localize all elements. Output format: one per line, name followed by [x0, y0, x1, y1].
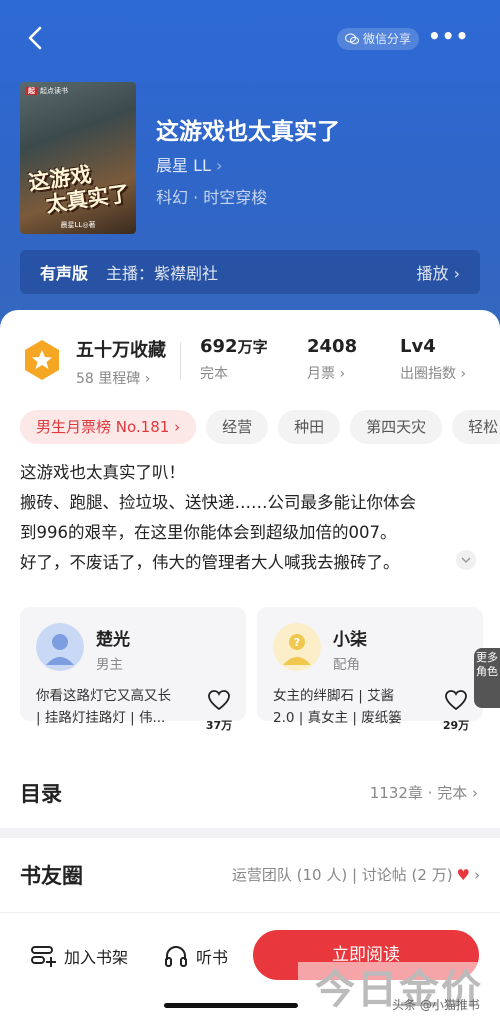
avatar: ? — [273, 623, 321, 671]
more-roles-button[interactable]: 更多角色 — [474, 648, 500, 708]
synopsis-line: 这游戏也太真实了叭！ — [20, 463, 185, 482]
add-to-shelf-label: 加入书架 — [64, 948, 129, 967]
audio-version-bar[interactable]: 有声版 主播：紫襟剧社 播放 › — [20, 250, 480, 294]
watermark-caption: 头条 @小猫推书 — [392, 998, 480, 1012]
add-to-shelf-button[interactable]: 加入书架 — [30, 944, 128, 968]
avatar — [36, 623, 84, 671]
add-shelf-icon — [31, 946, 56, 967]
book-circle-title: 书友圈 — [20, 864, 83, 888]
divider — [180, 342, 181, 380]
chevron-right-icon: › — [216, 156, 223, 175]
share-label: 微信分享 — [363, 32, 412, 46]
cover-brand: 起起点读书 — [26, 87, 68, 95]
character-role: 配角 — [333, 657, 360, 673]
favorites-value: 五十万收藏 — [76, 340, 166, 361]
rank-tag[interactable]: 男生月票榜 No.181 › — [20, 410, 197, 444]
audio-host: 主播：紫襟剧社 — [106, 264, 219, 283]
cover-title: 这游戏 太真实了 — [27, 162, 131, 217]
like-count: 37万 — [205, 719, 233, 732]
tag-chip[interactable]: 种田 — [278, 410, 341, 444]
back-icon — [28, 26, 42, 50]
chevron-right-icon: › — [144, 371, 151, 387]
status-label: 完本 — [200, 366, 228, 382]
synopsis[interactable]: 这游戏也太真实了叭！ 搬砖、跑腿、捡垃圾、送快递……公司最多能让你体会 到996… — [20, 458, 482, 578]
character-name: 小柒 — [333, 630, 367, 650]
like-count: 29万 — [442, 719, 470, 732]
chevron-right-icon: › — [472, 784, 478, 802]
level-value: Lv4 — [400, 336, 436, 357]
tag-row: 男生月票榜 No.181 › 经营 种田 第四天灾 轻松 — [20, 410, 500, 444]
synopsis-line: 搬砖、跑腿、捡垃圾、送快递……公司最多能让你体会 — [20, 493, 416, 512]
back-button[interactable] — [22, 24, 50, 52]
monthly-tickets-stat[interactable]: 2408 月票 › — [307, 336, 357, 383]
milestone-label: 58 里程碑 — [76, 371, 141, 387]
heart-icon — [208, 690, 230, 711]
tag-chip[interactable]: 经营 — [206, 410, 269, 444]
chevron-right-icon: › — [339, 366, 346, 382]
book-cover[interactable]: 起起点读书 这游戏 太真实了 晨星LL◎著 — [20, 82, 136, 234]
chevron-right-icon: › — [474, 865, 480, 884]
toc-title: 目录 — [20, 782, 62, 806]
character-name: 楚光 — [96, 630, 130, 650]
character-card[interactable]: 楚光 男主 你看这路灯它又高又长 | 挂路灯挂路灯 | 伟... 37万 — [20, 607, 246, 732]
genre-label: 科幻 · 时空穿梭 — [156, 188, 268, 207]
toc-link[interactable]: 1132章 · 完本 › — [370, 782, 478, 803]
character-description: 女主的绊脚石 | 艾酱 2.0 | 真女主 | 废纸篓 — [273, 688, 402, 726]
audio-label: 有声版 — [40, 264, 89, 283]
character-card[interactable]: ? 小柒 配角 女主的绊脚石 | 艾酱 2.0 | 真女主 | 废纸篓 29万 — [257, 607, 483, 732]
tickets-value: 2408 — [307, 336, 358, 357]
expand-chevron-icon[interactable] — [456, 550, 476, 570]
influence-stat[interactable]: Lv4 出圈指数 › — [400, 336, 466, 383]
chevron-right-icon: › — [460, 366, 467, 382]
author-link[interactable]: 晨星 LL › — [156, 152, 222, 176]
synopsis-line: 到996的艰辛，在这里你能体会到超级加倍的007。 — [20, 523, 397, 542]
favorites-stat[interactable]: 五十万收藏 58 里程碑 › — [76, 336, 166, 388]
more-icon: ••• — [428, 24, 470, 48]
like-button[interactable]: 37万 — [204, 689, 234, 733]
section-divider — [0, 828, 500, 838]
cover-author: 晨星LL◎著 — [60, 221, 96, 229]
wechat-icon — [345, 33, 359, 45]
headphones-icon — [165, 946, 187, 967]
play-button[interactable]: 播放 › — [416, 260, 460, 284]
tickets-label: 月票 — [307, 366, 335, 382]
wechat-share-button[interactable]: 微信分享 — [337, 28, 420, 50]
heart-icon — [445, 690, 467, 711]
word-count-unit: 万字 — [237, 338, 268, 356]
word-count-value: 692 — [200, 336, 238, 357]
tag-chip[interactable]: 第四天灾 — [350, 410, 443, 444]
chevron-right-icon: › — [453, 264, 460, 283]
book-title: 这游戏也太真实了 — [156, 119, 340, 145]
home-indicator — [164, 1003, 298, 1008]
synopsis-line: 好了，不废话了，伟大的管理者大人喊我去搬砖了。 — [20, 553, 400, 572]
svg-text:?: ? — [294, 636, 300, 649]
listen-label: 听书 — [196, 948, 229, 967]
character-role: 男主 — [96, 657, 123, 673]
tag-chip[interactable]: 轻松 — [452, 410, 500, 444]
like-button[interactable]: 29万 — [441, 689, 471, 733]
more-options-button[interactable]: ••• — [428, 24, 468, 52]
level-label: 出圈指数 — [400, 366, 456, 382]
book-circle-link[interactable]: 运营团队 (10 人) | 讨论帖 (2 万) ♥ › — [232, 864, 480, 885]
listen-button[interactable]: 听书 — [164, 944, 228, 968]
character-description: 你看这路灯它又高又长 | 挂路灯挂路灯 | 伟... — [36, 688, 171, 726]
flame-icon: ♥ — [456, 865, 470, 884]
word-count-stat: 692万字 完本 — [200, 336, 268, 383]
medal-icon — [25, 340, 59, 380]
